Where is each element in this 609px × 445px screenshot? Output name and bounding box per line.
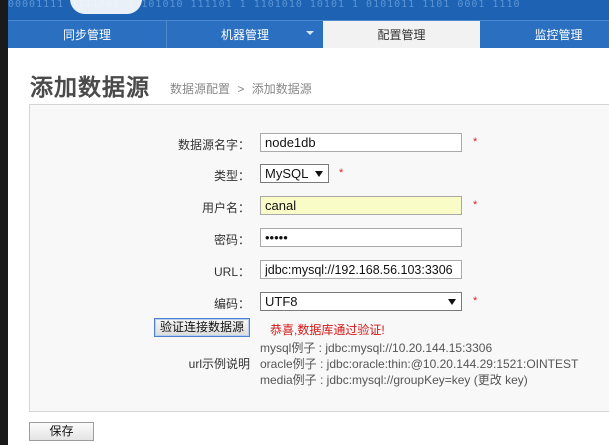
chevron-down-icon[interactable] [306,31,314,35]
required-mark: * [473,199,478,211]
page-header: 添加数据源 数据源配置 > 添加数据源 [8,48,609,104]
verify-success-message: 恭喜,数据库通过验证! [270,323,385,337]
breadcrumb: 数据源配置 > 添加数据源 [170,80,316,97]
encoding-selected-value: UTF8 [265,294,298,309]
type-selected-value: MySQL [265,166,309,181]
nav-item-sync[interactable]: 同步管理 [8,21,166,49]
encoding-label: 编码： [213,297,250,311]
example-oracle: oracle例子 : jdbc:oracle:thin:@10.20.144.2… [260,357,579,371]
chevron-down-icon [448,299,456,305]
page-title: 添加数据源 [30,74,150,100]
example-media: media例子 : jdbc:mysql://groupKey=key (更改 … [260,373,528,387]
password-label: 密码： [213,233,250,247]
main-nav: 同步管理 机器管理 配置管理 监控管理 [8,20,609,49]
nav-item-config[interactable]: 配置管理 [323,21,480,49]
example-mysql: mysql例子 : jdbc:mysql://10.20.144.15:3306 [260,341,493,355]
breadcrumb-item-add-datasource: 添加数据源 [251,82,312,96]
url-label: URL： [213,265,250,279]
required-mark: * [473,295,478,307]
datasource-form-panel: 数据源名字： * 类型： MySQL * 用户名： * 密码： URL： 编码：… [29,104,609,412]
username-input[interactable] [260,196,462,215]
breadcrumb-item-datasource-config[interactable]: 数据源配置 [170,82,230,96]
window-left-edge [0,0,8,445]
chevron-down-icon [315,171,323,177]
logo [70,0,142,14]
save-button[interactable]: 保存 [29,422,94,441]
url-example-label: url示例说明 [188,357,250,371]
url-input[interactable] [260,260,462,279]
encoding-select[interactable]: UTF8 [260,292,462,311]
password-input[interactable] [260,228,462,247]
nav-item-machines[interactable]: 机器管理 [167,21,323,49]
verify-connection-button[interactable]: 验证连接数据源 [154,318,250,337]
type-select[interactable]: MySQL [260,164,329,183]
required-mark: * [473,136,478,148]
nav-item-monitor[interactable]: 监控管理 [480,21,609,49]
username-label: 用户名： [201,201,250,215]
header-banner: 00001111 1111000 1 101010 111101 1 11010… [8,0,609,20]
type-label: 类型： [213,169,250,183]
name-label: 数据源名字： [177,138,250,152]
required-mark: * [339,167,344,179]
breadcrumb-separator: > [237,82,245,96]
datasource-name-input[interactable] [260,133,462,152]
